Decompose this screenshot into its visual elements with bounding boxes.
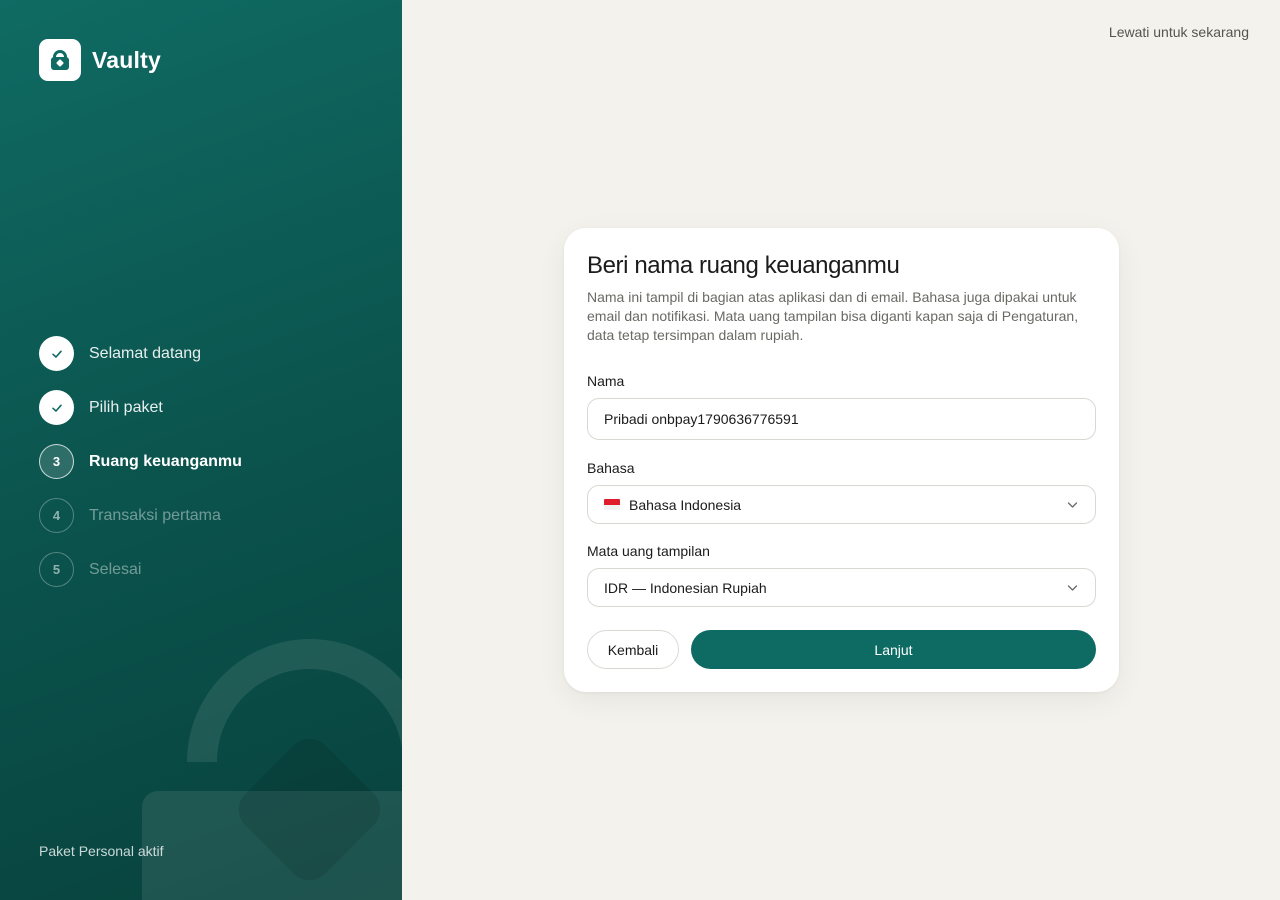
brand-name: Vaulty [92,46,161,73]
check-icon [39,336,74,371]
step-first-transaction: 4 Transaksi pertama [39,498,242,533]
chevron-down-icon [1067,584,1078,591]
brand[interactable]: Vaulty [39,39,161,81]
step-number: 3 [39,444,74,479]
step-label: Transaksi pertama [89,506,221,524]
skip-link[interactable]: Lewati untuk sekarang [1109,24,1249,40]
step-number: 4 [39,498,74,533]
indonesia-flag-icon [604,499,620,510]
step-label: Ruang keuanganmu [89,452,242,470]
step-label: Selesai [89,560,142,578]
name-field[interactable] [587,398,1096,440]
language-label: Bahasa [587,460,635,476]
lock-bag-icon [39,39,81,81]
step-welcome: Selamat datang [39,336,242,371]
step-choose-plan: Pilih paket [39,390,242,425]
step-label: Selamat datang [89,344,202,362]
check-icon [39,390,74,425]
language-select[interactable]: Bahasa Indonesia [587,485,1096,524]
setup-card: Beri nama ruang keuanganmu Nama ini tamp… [564,228,1119,692]
step-number: 5 [39,552,74,587]
currency-label: Mata uang tampilan [587,543,710,559]
chevron-down-icon [1067,501,1078,508]
onboarding-steps: Selamat datang Pilih paket 3 Ruang keuan… [39,336,242,606]
language-value: Bahasa Indonesia [629,496,742,513]
step-finish: 5 Selesai [39,552,242,587]
back-button[interactable]: Kembali [587,630,679,669]
page-description: Nama ini tampil di bagian atas aplikasi … [587,289,1079,343]
step-label: Pilih paket [89,398,163,416]
name-input[interactable] [604,411,1079,427]
plan-status: Paket Personal aktif [39,843,164,859]
name-label: Nama [587,373,625,389]
step-finance-space: 3 Ruang keuanganmu [39,444,242,479]
sidebar: Vaulty Selamat datang Pilih paket 3 Ruan… [0,0,402,900]
page-title: Beri nama ruang keuanganmu [587,252,900,279]
next-button[interactable]: Lanjut [691,630,1096,669]
currency-value: IDR — Indonesian Rupiah [604,579,767,596]
currency-select[interactable]: IDR — Indonesian Rupiah [587,568,1096,607]
